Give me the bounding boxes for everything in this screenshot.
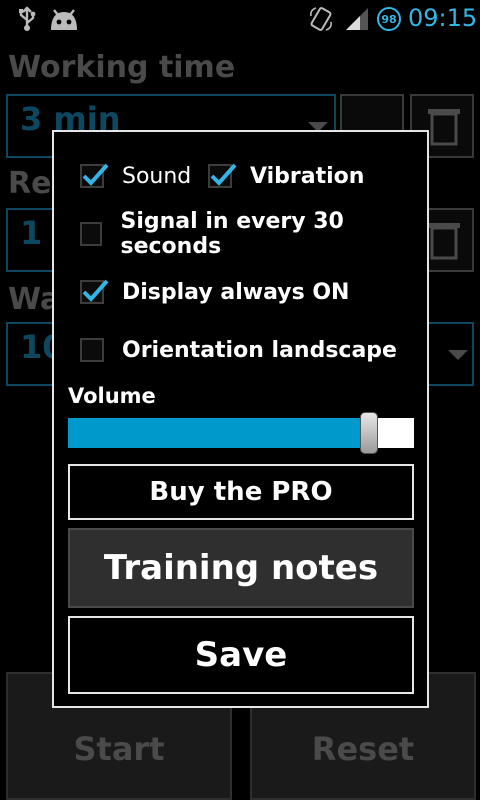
clock: 09:15 <box>408 4 478 32</box>
vibration-checkbox[interactable] <box>208 163 237 188</box>
signal-checkbox[interactable] <box>80 222 103 246</box>
buy-pro-button[interactable]: Buy the PRO <box>68 464 414 520</box>
display-on-label: Display always ON <box>122 279 350 305</box>
signal-label: Signal in every 30 seconds <box>120 209 344 259</box>
signal-icon <box>346 8 368 30</box>
signal-option[interactable]: Signal in every 30 seconds <box>80 209 427 259</box>
display-on-checkbox[interactable] <box>80 279 109 304</box>
checkmark-icon <box>82 163 109 186</box>
usb-icon <box>19 6 36 31</box>
rest-value: 1 <box>20 214 43 252</box>
android-debug-icon <box>51 9 77 30</box>
sound-checkbox[interactable] <box>80 163 109 188</box>
battery-icon: 98 <box>377 7 401 31</box>
volume-label: Volume <box>68 384 156 408</box>
battery-level: 98 <box>381 12 397 26</box>
training-notes-button[interactable]: Training notes <box>68 528 414 608</box>
sound-option[interactable]: Sound <box>80 158 191 194</box>
sound-label: Sound <box>122 163 192 189</box>
save-button[interactable]: Save <box>68 616 414 694</box>
checkmark-icon <box>210 163 237 186</box>
landscape-checkbox[interactable] <box>80 338 104 362</box>
chevron-down-icon <box>448 350 468 360</box>
landscape-option[interactable]: Orientation landscape <box>80 332 397 368</box>
status-bar: 98 09:15 <box>0 0 480 38</box>
landscape-label: Orientation landscape <box>122 337 397 363</box>
rotate-icon <box>310 7 332 31</box>
settings-dialog: Sound Vibration Signal in every 30 secon… <box>52 130 429 708</box>
vibration-label: Vibration <box>250 163 365 189</box>
start-label: Start <box>73 730 165 768</box>
working-time-label: Working time <box>8 50 236 85</box>
display-on-option[interactable]: Display always ON <box>80 274 349 310</box>
vibration-option[interactable]: Vibration <box>208 158 364 194</box>
volume-slider-fill <box>68 418 369 448</box>
volume-slider-thumb[interactable] <box>360 412 378 454</box>
volume-slider[interactable] <box>68 412 414 454</box>
checkmark-icon <box>82 279 109 302</box>
reset-label: Reset <box>311 730 415 768</box>
